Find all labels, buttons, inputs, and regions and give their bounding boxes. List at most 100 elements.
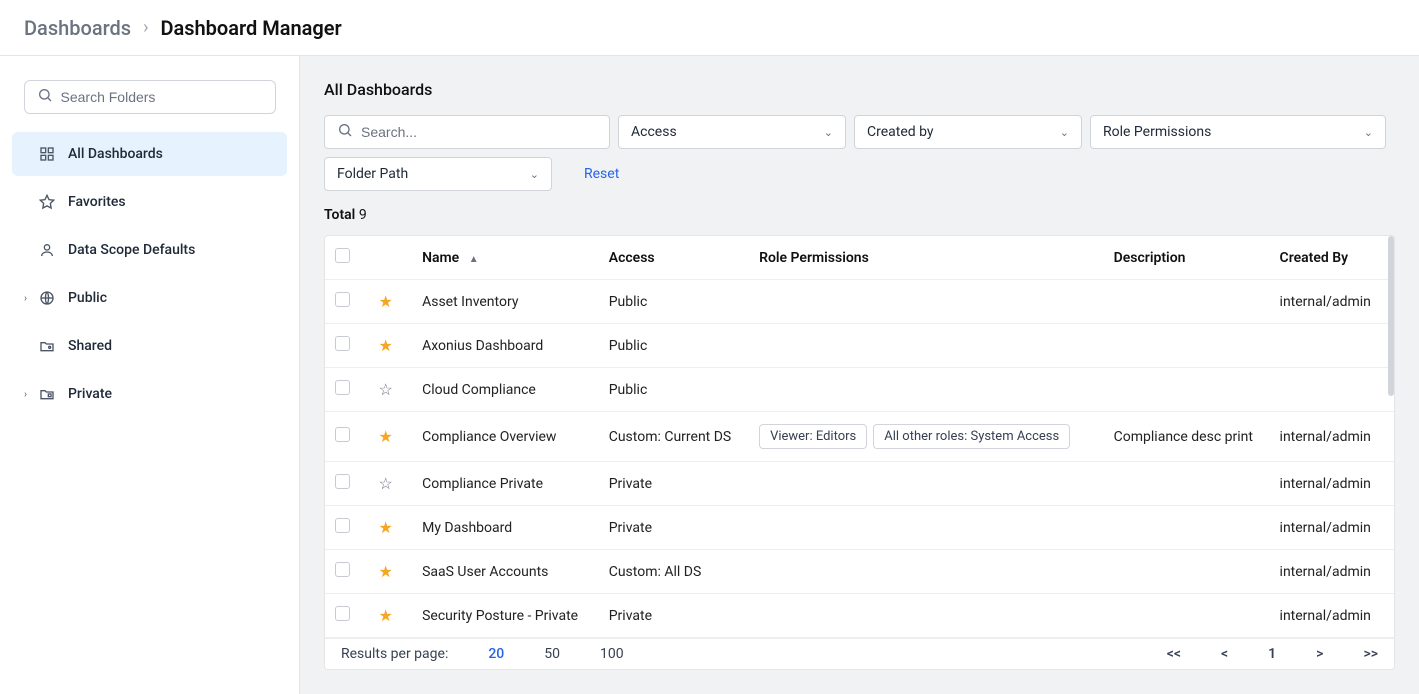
- search-icon: [337, 122, 353, 142]
- sidebar: All Dashboards Favorites Data Scope Defaul…: [0, 56, 300, 694]
- table-row[interactable]: ★Asset InventoryPublicinternal/admin: [325, 280, 1394, 324]
- table-row[interactable]: ★Axonius DashboardPublic: [325, 324, 1394, 368]
- chevron-right-icon[interactable]: ›: [24, 293, 34, 304]
- cell-description: [1104, 324, 1270, 368]
- col-created-by[interactable]: Created By: [1270, 236, 1394, 280]
- col-role-permissions[interactable]: Role Permissions: [749, 236, 1104, 280]
- total-label: Total: [324, 207, 355, 223]
- pager-prev[interactable]: <: [1221, 646, 1228, 662]
- cell-permissions: [749, 368, 1104, 412]
- cell-access: Public: [599, 368, 749, 412]
- col-name[interactable]: Name: [422, 250, 459, 266]
- cell-description: Compliance desc print: [1104, 412, 1270, 462]
- table-row[interactable]: ★Security Posture - PrivatePrivateintern…: [325, 594, 1394, 638]
- pager-current-page: 1: [1268, 646, 1276, 662]
- row-checkbox[interactable]: [335, 606, 350, 621]
- cell-name: SaaS User Accounts: [412, 550, 599, 594]
- cell-access: Public: [599, 324, 749, 368]
- search-folders[interactable]: [24, 80, 276, 114]
- sort-asc-icon[interactable]: ▲: [469, 254, 479, 265]
- favorite-star-icon[interactable]: ★: [379, 292, 393, 311]
- select-all-checkbox[interactable]: [335, 248, 350, 263]
- table-row[interactable]: ★Compliance OverviewCustom: Current DSVi…: [325, 412, 1394, 462]
- total-count: Total 9: [324, 207, 1395, 223]
- row-checkbox[interactable]: [335, 474, 350, 489]
- cell-name: Compliance Private: [412, 462, 599, 506]
- row-checkbox[interactable]: [335, 292, 350, 307]
- results-per-page-100[interactable]: 100: [600, 646, 624, 662]
- cell-access: Private: [599, 594, 749, 638]
- favorite-star-icon[interactable]: ★: [379, 427, 393, 446]
- favorite-star-icon[interactable]: ★: [379, 606, 393, 625]
- cell-created-by: internal/admin: [1270, 412, 1394, 462]
- chevron-down-icon: ⌄: [1060, 126, 1069, 139]
- chevron-right-icon[interactable]: ›: [24, 389, 34, 400]
- table-row[interactable]: ☆Compliance PrivatePrivateinternal/admin: [325, 462, 1394, 506]
- cell-created-by: internal/admin: [1270, 594, 1394, 638]
- sidebar-item-label: Public: [68, 290, 107, 306]
- cell-description: [1104, 506, 1270, 550]
- main-title: All Dashboards: [324, 80, 1395, 99]
- filter-folder-path-label: Folder Path: [337, 166, 408, 182]
- breadcrumb: Dashboards › Dashboard Manager: [0, 0, 1419, 56]
- search-folders-input[interactable]: [61, 89, 263, 105]
- favorite-star-icon[interactable]: ★: [379, 562, 393, 581]
- row-checkbox[interactable]: [335, 518, 350, 533]
- table-row[interactable]: ☆Cloud CompliancePublic: [325, 368, 1394, 412]
- cell-name: My Dashboard: [412, 506, 599, 550]
- cell-access: Custom: Current DS: [599, 412, 749, 462]
- results-per-page-50[interactable]: 50: [544, 646, 560, 662]
- cell-access: Private: [599, 462, 749, 506]
- main-search[interactable]: [324, 115, 610, 149]
- pager-first[interactable]: <<: [1167, 646, 1181, 662]
- sidebar-item-private[interactable]: ›Private: [12, 372, 287, 416]
- col-access[interactable]: Access: [599, 236, 749, 280]
- sidebar-item-data-scope-defaults[interactable]: Data Scope Defaults: [12, 228, 287, 272]
- favorite-star-icon[interactable]: ★: [379, 336, 393, 355]
- total-value: 9: [359, 207, 367, 223]
- cell-description: [1104, 550, 1270, 594]
- lock-folder-icon: [38, 385, 56, 403]
- row-checkbox[interactable]: [335, 380, 350, 395]
- cell-permissions: [749, 594, 1104, 638]
- sidebar-item-favorites[interactable]: Favorites: [12, 180, 287, 224]
- cell-permissions: [749, 462, 1104, 506]
- filter-role-permissions[interactable]: Role Permissions ⌄: [1090, 115, 1386, 149]
- chevron-down-icon: ⌄: [1364, 126, 1373, 139]
- table-row[interactable]: ★SaaS User AccountsCustom: All DSinterna…: [325, 550, 1394, 594]
- sidebar-item-all-dashboards[interactable]: All Dashboards: [12, 132, 287, 176]
- favorite-star-icon[interactable]: ★: [379, 518, 393, 537]
- sidebar-item-public[interactable]: › Public: [12, 276, 287, 320]
- reset-link[interactable]: Reset: [584, 166, 619, 182]
- filter-access-label: Access: [631, 124, 677, 140]
- results-per-page-20[interactable]: 20: [488, 646, 504, 662]
- breadcrumb-root[interactable]: Dashboards: [24, 16, 131, 40]
- cell-created-by: internal/admin: [1270, 506, 1394, 550]
- filter-created-by[interactable]: Created by ⌄: [854, 115, 1082, 149]
- main-search-input[interactable]: [361, 124, 597, 140]
- table-row[interactable]: ★My DashboardPrivateinternal/admin: [325, 506, 1394, 550]
- row-checkbox[interactable]: [335, 427, 350, 442]
- pagination-bar: Results per page: 2050100 << < 1 > >>: [325, 638, 1394, 669]
- cell-permissions: [749, 550, 1104, 594]
- filter-access[interactable]: Access ⌄: [618, 115, 846, 149]
- cell-created-by: internal/admin: [1270, 280, 1394, 324]
- col-description[interactable]: Description: [1104, 236, 1270, 280]
- cell-description: [1104, 462, 1270, 506]
- cell-name: Compliance Overview: [412, 412, 599, 462]
- sidebar-item-label: Favorites: [68, 194, 126, 210]
- cell-description: [1104, 594, 1270, 638]
- scrollbar[interactable]: [1388, 236, 1394, 396]
- cell-created-by: [1270, 368, 1394, 412]
- search-icon: [37, 87, 53, 107]
- cell-created-by: internal/admin: [1270, 550, 1394, 594]
- row-checkbox[interactable]: [335, 336, 350, 351]
- favorite-star-icon[interactable]: ☆: [379, 474, 393, 493]
- dashboard-icon: [38, 145, 56, 163]
- filter-folder-path[interactable]: Folder Path ⌄: [324, 157, 552, 191]
- pager-last[interactable]: >>: [1363, 646, 1378, 662]
- pager-next[interactable]: >: [1316, 646, 1323, 662]
- favorite-star-icon[interactable]: ☆: [379, 380, 393, 399]
- sidebar-item-shared[interactable]: Shared: [12, 324, 287, 368]
- row-checkbox[interactable]: [335, 562, 350, 577]
